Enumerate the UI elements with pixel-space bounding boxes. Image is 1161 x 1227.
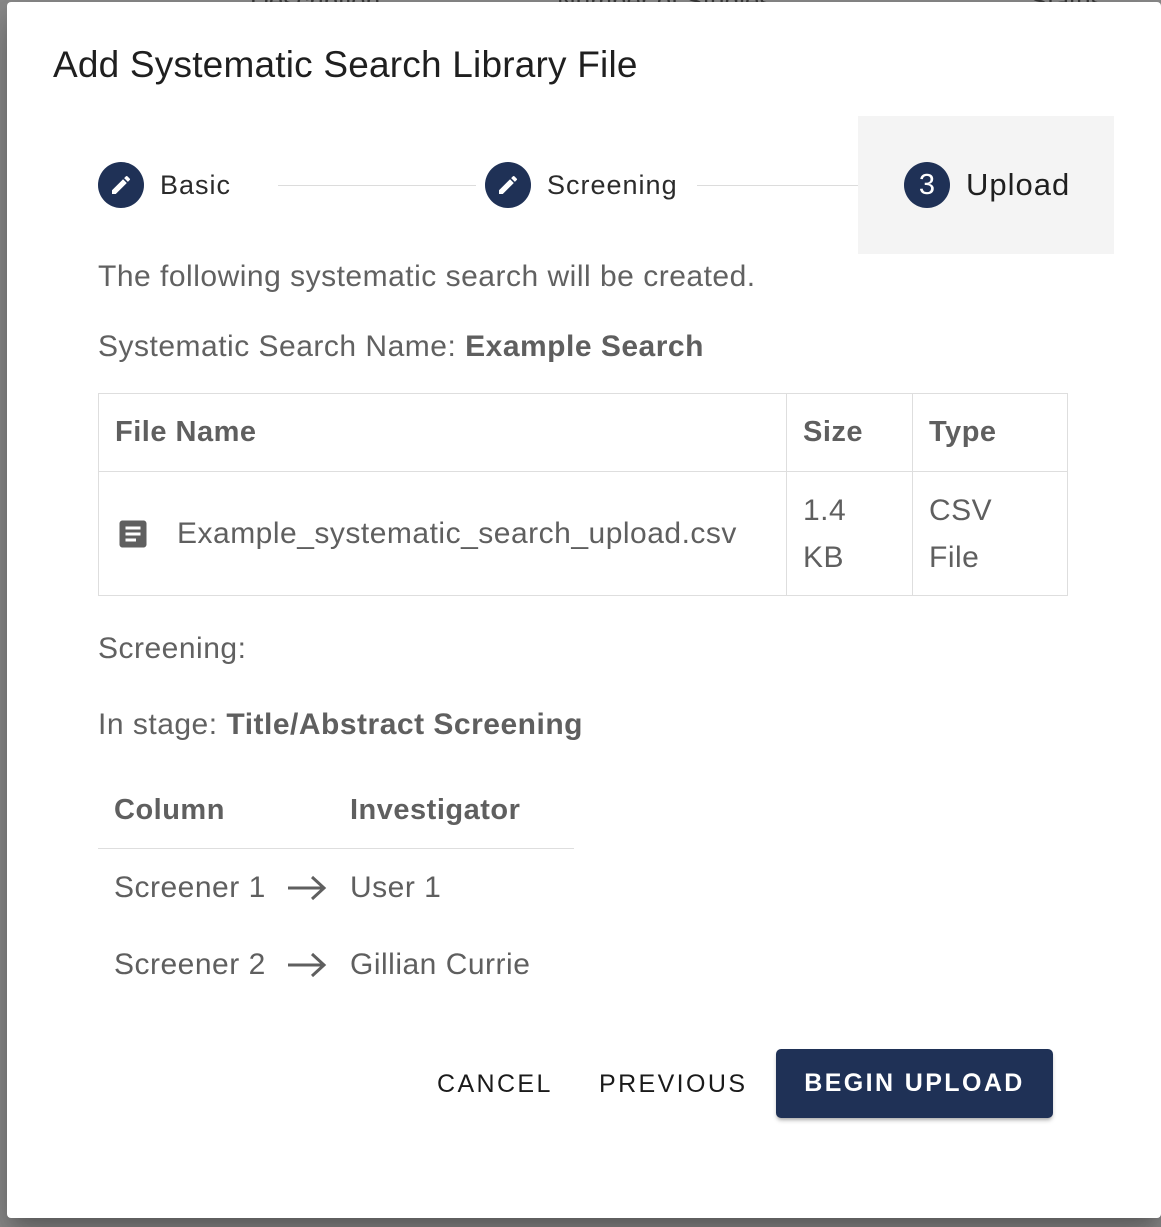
arrow-right-icon (287, 952, 326, 977)
stage-line: In stage: Title/Abstract Screening (98, 708, 583, 742)
file-type-format: CSV (929, 493, 993, 527)
step-basic-edit-icon (98, 162, 144, 208)
step-upload-label: Upload (966, 167, 1071, 202)
mapping-column: Screener 2 (114, 947, 266, 981)
search-name-value: Example Search (465, 330, 704, 363)
screening-label: Screening: (98, 632, 247, 665)
arrow-right-icon (287, 875, 326, 900)
table-row: Example_systematic_search_upload.csv 1.4… (98, 471, 1068, 596)
step-upload-number: 3 (904, 162, 950, 208)
files-table-header-row: File Name Size Type (98, 393, 1068, 472)
step-screening-edit-icon (485, 162, 531, 208)
step-screening-label: Screening (547, 169, 678, 200)
file-size-cell: 1.4 KB (786, 471, 913, 596)
table-row: Screener 1 User 1 (98, 849, 574, 926)
cancel-button[interactable]: CANCEL (437, 1049, 553, 1119)
investigator-mapping-table: Column Investigator Screener 1 User 1 Sc… (98, 772, 574, 1003)
file-name: Example_systematic_search_upload.csv (177, 517, 737, 550)
file-type-word: File (929, 540, 980, 574)
file-name-cell: Example_systematic_search_upload.csv (98, 471, 787, 596)
document-icon (119, 520, 147, 547)
file-type-cell: CSV File (912, 471, 1068, 596)
files-header-size: Size (786, 393, 913, 472)
stage-label: In stage: (98, 708, 227, 741)
files-table: File Name Size Type Example_systematic_s… (98, 393, 1068, 596)
step-basic-label: Basic (160, 169, 232, 200)
begin-upload-button[interactable]: BEGIN UPLOAD (776, 1049, 1053, 1118)
step-screening[interactable]: Screening (485, 116, 678, 254)
mapping-header-investigator: Investigator (350, 793, 521, 826)
mapping-header-row: Column Investigator (98, 772, 574, 849)
files-header-type: Type (912, 393, 1068, 472)
step-basic[interactable]: Basic (98, 116, 231, 254)
add-library-file-dialog: Add Systematic Search Library File Basic… (7, 2, 1161, 1218)
search-name-line: Systematic Search Name: Example Search (98, 330, 704, 364)
file-size-value: 1.4 (803, 493, 847, 527)
summary-intro: The following systematic search will be … (98, 260, 756, 293)
dialog-actions: CANCEL PREVIOUS BEGIN UPLOAD (7, 1049, 1161, 1119)
table-row: Screener 2 Gillian Currie (98, 926, 574, 1003)
stepper: Basic Screening 3 Upload (98, 116, 1114, 254)
mapping-column: Screener 1 (114, 870, 266, 904)
mapping-investigator: User 1 (350, 870, 442, 904)
mapping-investigator: Gillian Currie (350, 947, 531, 981)
stage-value: Title/Abstract Screening (226, 708, 583, 741)
step-connector (278, 185, 476, 186)
dialog-title: Add Systematic Search Library File (53, 44, 638, 85)
files-header-file-name: File Name (98, 393, 787, 472)
step-upload[interactable]: 3 Upload (858, 116, 1114, 254)
previous-button[interactable]: PREVIOUS (599, 1049, 747, 1119)
file-size-unit: KB (803, 540, 845, 574)
search-name-label: Systematic Search Name: (98, 330, 466, 363)
mapping-header-column: Column (114, 793, 225, 826)
